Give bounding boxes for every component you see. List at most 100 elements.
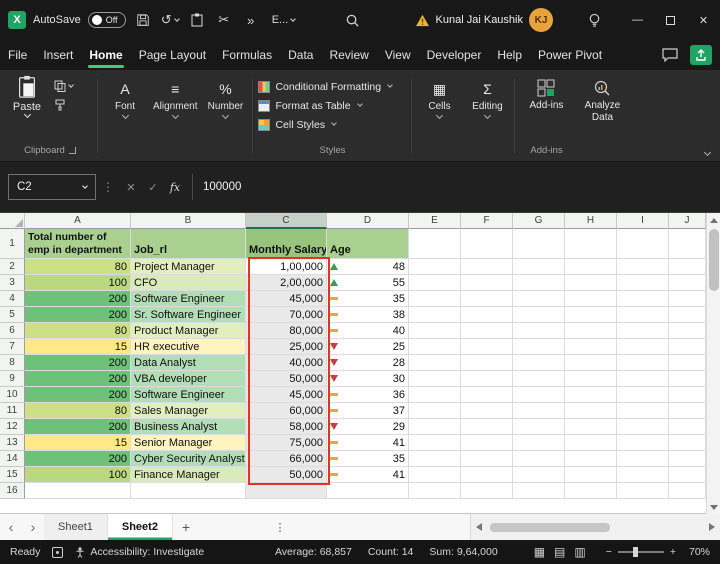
cell-H9[interactable]: [565, 371, 617, 387]
cell-J3[interactable]: [669, 275, 706, 291]
cell-J5[interactable]: [669, 307, 706, 323]
cell-E2[interactable]: [409, 259, 461, 275]
cell-A12[interactable]: 200: [25, 419, 131, 435]
cell-E16[interactable]: [409, 483, 461, 499]
cell-G10[interactable]: [513, 387, 565, 403]
row-header-1[interactable]: 1: [0, 229, 25, 259]
add-ins-button[interactable]: Add-ins: [530, 73, 564, 111]
tab-help[interactable]: Help: [489, 40, 530, 70]
cell-B1[interactable]: Job_rl: [131, 229, 246, 259]
zoom-slider[interactable]: [618, 551, 664, 553]
cell-A3[interactable]: 100: [25, 275, 131, 291]
macro-record-icon[interactable]: [52, 547, 63, 558]
cell-I16[interactable]: [617, 483, 669, 499]
name-box[interactable]: C2: [8, 174, 96, 200]
qat-overflow-button[interactable]: »: [241, 6, 261, 34]
cell-J2[interactable]: [669, 259, 706, 275]
cell-J12[interactable]: [669, 419, 706, 435]
column-header-F[interactable]: F: [461, 213, 513, 229]
cell-G6[interactable]: [513, 323, 565, 339]
font-group-button[interactable]: A Font: [101, 73, 149, 159]
cell-C2[interactable]: 1,00,000: [246, 259, 327, 275]
conditional-formatting-button[interactable]: Conditional Formatting: [256, 77, 408, 96]
cell-G8[interactable]: [513, 355, 565, 371]
cell-B16[interactable]: [131, 483, 246, 499]
cell-E4[interactable]: [409, 291, 461, 307]
cell-B11[interactable]: Sales Manager: [131, 403, 246, 419]
cell-F16[interactable]: [461, 483, 513, 499]
horizontal-scroll-thumb[interactable]: [490, 523, 610, 532]
cell-H4[interactable]: [565, 291, 617, 307]
cell-D13[interactable]: 41: [327, 435, 409, 451]
cell-D6[interactable]: 40: [327, 323, 409, 339]
cell-H11[interactable]: [565, 403, 617, 419]
cell-I6[interactable]: [617, 323, 669, 339]
cell-H6[interactable]: [565, 323, 617, 339]
cell-B3[interactable]: CFO: [131, 275, 246, 291]
row-header-13[interactable]: 13: [0, 435, 25, 451]
cell-C13[interactable]: 75,000: [246, 435, 327, 451]
scroll-right-icon[interactable]: [709, 523, 715, 531]
cell-J4[interactable]: [669, 291, 706, 307]
tab-insert[interactable]: Insert: [35, 40, 81, 70]
number-group-button[interactable]: % Number: [201, 73, 249, 159]
cell-I10[interactable]: [617, 387, 669, 403]
alignment-group-button[interactable]: ≡ Alignment: [149, 73, 201, 159]
cell-C7[interactable]: 25,000: [246, 339, 327, 355]
scroll-up-button[interactable]: [707, 213, 720, 227]
select-all-button[interactable]: [0, 213, 25, 229]
cell-A14[interactable]: 200: [25, 451, 131, 467]
row-header-4[interactable]: 4: [0, 291, 25, 307]
cell-I12[interactable]: [617, 419, 669, 435]
cell-J9[interactable]: [669, 371, 706, 387]
cell-D15[interactable]: 41: [327, 467, 409, 483]
paste-quick-button[interactable]: [187, 6, 207, 34]
cell-H2[interactable]: [565, 259, 617, 275]
cell-F5[interactable]: [461, 307, 513, 323]
cell-C11[interactable]: 60,000: [246, 403, 327, 419]
cell-C6[interactable]: 80,000: [246, 323, 327, 339]
cell-I15[interactable]: [617, 467, 669, 483]
zoom-out-button[interactable]: −: [606, 546, 612, 558]
cell-C9[interactable]: 50,000: [246, 371, 327, 387]
cell-E8[interactable]: [409, 355, 461, 371]
cell-E3[interactable]: [409, 275, 461, 291]
horizontal-scrollbar[interactable]: [470, 514, 720, 540]
cell-D1[interactable]: Age: [327, 229, 409, 259]
cell-B4[interactable]: Software Engineer: [131, 291, 246, 307]
drag-handle-icon[interactable]: ⋮: [102, 180, 114, 194]
status-mode[interactable]: Ready: [10, 546, 40, 558]
cell-F1[interactable]: [461, 229, 513, 259]
column-header-H[interactable]: H: [565, 213, 617, 229]
cell-E15[interactable]: [409, 467, 461, 483]
sheet-options-button[interactable]: ⋮: [269, 514, 291, 540]
cell-B8[interactable]: Data Analyst: [131, 355, 246, 371]
sheet-tab-sheet2[interactable]: Sheet2: [108, 514, 173, 540]
cell-D16[interactable]: [327, 483, 409, 499]
cell-J13[interactable]: [669, 435, 706, 451]
row-header-15[interactable]: 15: [0, 467, 25, 483]
cell-D5[interactable]: 38: [327, 307, 409, 323]
cell-G9[interactable]: [513, 371, 565, 387]
cell-A2[interactable]: 80: [25, 259, 131, 275]
minimize-button[interactable]: —: [621, 0, 654, 40]
cell-J1[interactable]: [669, 229, 706, 259]
cell-G16[interactable]: [513, 483, 565, 499]
sheet-tab-sheet1[interactable]: Sheet1: [44, 514, 108, 540]
scroll-down-button[interactable]: [707, 500, 720, 514]
cell-F15[interactable]: [461, 467, 513, 483]
cell-A10[interactable]: 200: [25, 387, 131, 403]
cell-F12[interactable]: [461, 419, 513, 435]
cell-I4[interactable]: [617, 291, 669, 307]
cell-F4[interactable]: [461, 291, 513, 307]
row-header-9[interactable]: 9: [0, 371, 25, 387]
row-header-11[interactable]: 11: [0, 403, 25, 419]
cell-G14[interactable]: [513, 451, 565, 467]
cell-C15[interactable]: 50,000: [246, 467, 327, 483]
cell-F9[interactable]: [461, 371, 513, 387]
column-header-D[interactable]: D: [327, 213, 409, 229]
copy-button[interactable]: [54, 80, 73, 92]
cell-C14[interactable]: 66,000: [246, 451, 327, 467]
cell-G2[interactable]: [513, 259, 565, 275]
cut-button[interactable]: ✂: [214, 6, 234, 34]
